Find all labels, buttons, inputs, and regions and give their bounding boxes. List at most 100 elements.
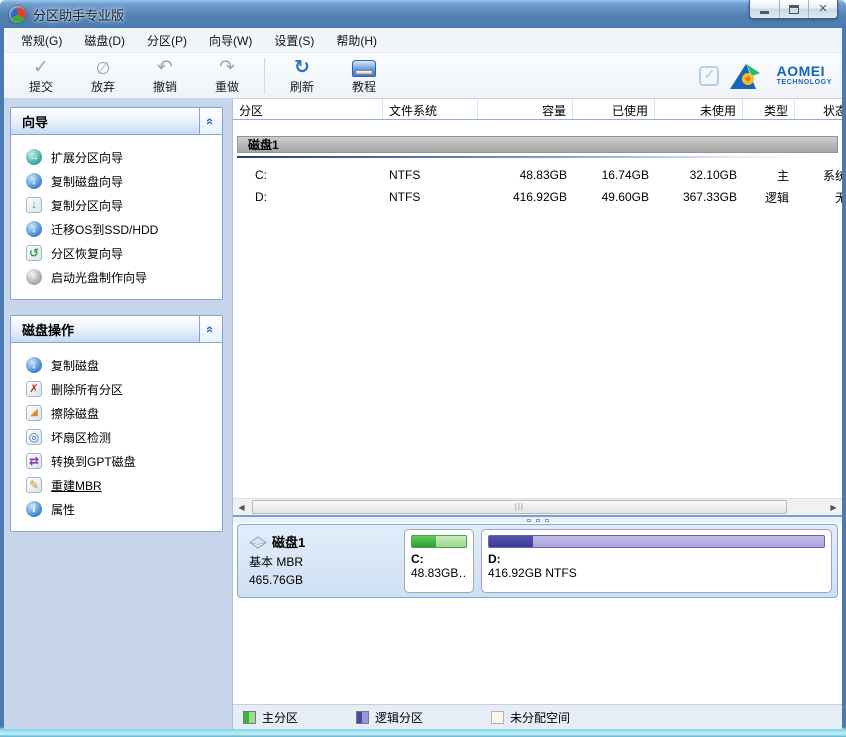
menu-item-disk[interactable]: 磁盘(D): [73, 28, 136, 53]
sidebar-item-label: 复制分区向导: [51, 197, 123, 214]
brand-name: AOMEI: [777, 64, 832, 79]
scroll-right-arrow-icon[interactable]: ▶: [825, 499, 842, 515]
tutorial-label: 教程: [352, 78, 376, 95]
wizards-collapse-button[interactable]: «: [199, 108, 222, 134]
column-header-partition: 分区: [233, 99, 383, 119]
sidebar-item-label: 删除所有分区: [51, 381, 123, 398]
partition-detail: 416.92GB NTFS: [488, 566, 825, 580]
sidebar-item-rebuild-mbr[interactable]: 重建MBR: [17, 473, 218, 497]
partition-recovery-icon: [26, 245, 42, 261]
sidebar-item-wipe-disk[interactable]: 擦除磁盘: [17, 401, 218, 425]
disk-ops-collapse-button[interactable]: «: [199, 316, 222, 342]
bootable-cd-icon: [26, 269, 42, 285]
sidebar-item-convert-gpt[interactable]: 转换到GPT磁盘: [17, 449, 218, 473]
menu-item-settings[interactable]: 设置(S): [263, 28, 325, 53]
sidebar-item-partition-recovery-wizard[interactable]: 分区恢复向导: [17, 241, 218, 265]
cell-used: 49.60GB: [573, 190, 655, 204]
wizards-panel: 向导 « 扩展分区向导 复制磁盘向导 复制分区向导: [10, 107, 223, 300]
discard-button[interactable]: 放弃: [72, 55, 134, 97]
sidebar-item-label: 转换到GPT磁盘: [51, 453, 136, 470]
checkbox-icon[interactable]: [699, 66, 719, 86]
menu-item-partition[interactable]: 分区(P): [136, 28, 198, 53]
minimize-icon: [760, 11, 769, 14]
rebuild-mbr-icon: [26, 477, 42, 493]
commit-button[interactable]: 提交: [10, 55, 72, 97]
sidebar-item-label: 重建MBR: [51, 477, 102, 494]
copy-disk-icon: [26, 357, 42, 373]
partition-block-d[interactable]: D: 416.92GB NTFS: [481, 529, 832, 593]
cell-status: 无: [795, 189, 842, 206]
legend-label: 逻辑分区: [375, 709, 423, 726]
maximize-button[interactable]: [779, 0, 808, 18]
disk-ops-panel-body: 复制磁盘 删除所有分区 擦除磁盘 坏扇区检测: [11, 343, 222, 531]
commit-label: 提交: [29, 78, 53, 95]
maximize-icon: [789, 5, 799, 14]
app-window: 分区助手专业版 ✕ 常规(G) 磁盘(D) 分区(P) 向导(W) 设置(S) …: [0, 0, 846, 737]
disk-meta-block[interactable]: 磁盘1 基本 MBR 465.76GB: [243, 529, 397, 593]
wipe-disk-icon: [26, 405, 42, 421]
horizontal-scrollbar[interactable]: ◀ ||| ▶: [233, 498, 842, 515]
column-header-capacity: 容量: [478, 99, 573, 119]
cell-type: 逻辑: [743, 189, 795, 206]
disk-group-row[interactable]: 磁盘1: [237, 136, 838, 153]
cell-filesystem: NTFS: [383, 168, 478, 182]
legend-bar: 主分区 逻辑分区 未分配空间: [233, 704, 842, 729]
refresh-button[interactable]: 刷新: [271, 55, 333, 97]
tutorial-button[interactable]: 教程: [333, 55, 395, 97]
scrollbar-thumb[interactable]: |||: [252, 500, 787, 514]
sidebar-item-migrate-os[interactable]: 迁移OS到SSD/HDD: [17, 217, 218, 241]
splitter-dot: [536, 519, 540, 522]
extend-partition-icon: [26, 149, 42, 165]
cell-type: 主: [743, 167, 795, 184]
sidebar-item-properties[interactable]: 属性: [17, 497, 218, 521]
menu-item-general[interactable]: 常规(G): [10, 28, 73, 53]
cell-capacity: 48.83GB: [478, 168, 573, 182]
disk-ops-panel-header: 磁盘操作 «: [11, 316, 222, 343]
table-body: 磁盘1 C: NTFS 48.83GB 16.74GB 32.10GB 主 系统…: [233, 120, 842, 498]
window-controls: ✕: [749, 0, 838, 19]
copy-disk-icon: [26, 173, 42, 189]
sidebar-item-copy-partition-wizard[interactable]: 复制分区向导: [17, 193, 218, 217]
undo-button[interactable]: 撤销: [134, 55, 196, 97]
pane-splitter[interactable]: [233, 515, 842, 523]
sidebar-item-delete-all-partitions[interactable]: 删除所有分区: [17, 377, 218, 401]
undo-label: 撤销: [153, 78, 177, 95]
copy-partition-icon: [26, 197, 42, 213]
discard-label: 放弃: [91, 78, 115, 95]
scrollbar-track[interactable]: |||: [250, 499, 825, 515]
titlebar[interactable]: 分区助手专业版 ✕: [0, 0, 846, 28]
minimize-button[interactable]: [750, 0, 779, 18]
disk-style: 基本 MBR: [249, 553, 397, 571]
menu-item-help[interactable]: 帮助(H): [325, 28, 388, 53]
sidebar-item-bad-sector-check[interactable]: 坏扇区检测: [17, 425, 218, 449]
brand-subtitle: TECHNOLOGY: [777, 79, 832, 86]
close-icon: ✕: [818, 4, 827, 15]
sidebar-item-extend-partition-wizard[interactable]: 扩展分区向导: [17, 145, 218, 169]
sidebar-item-copy-disk-wizard[interactable]: 复制磁盘向导: [17, 169, 218, 193]
close-button[interactable]: ✕: [808, 0, 837, 18]
partition-block-c[interactable]: C: 48.83GB…: [404, 529, 474, 593]
cell-filesystem: NTFS: [383, 190, 478, 204]
table-row-d[interactable]: D: NTFS 416.92GB 49.60GB 367.33GB 逻辑 无: [233, 186, 842, 208]
column-header-status: 状态: [795, 99, 842, 119]
sidebar-item-label: 复制磁盘: [51, 357, 99, 374]
sidebar-item-bootable-cd-wizard[interactable]: 启动光盘制作向导: [17, 265, 218, 289]
primary-partition-chip-icon: [243, 711, 256, 724]
toolbar-separator: [264, 58, 265, 94]
undo-icon: [157, 56, 173, 77]
redo-button[interactable]: 重做: [196, 55, 258, 97]
sidebar-item-copy-disk[interactable]: 复制磁盘: [17, 353, 218, 377]
aomei-logo-icon: [729, 61, 767, 91]
cell-unused: 367.33GB: [655, 190, 743, 204]
table-row-c[interactable]: C: NTFS 48.83GB 16.74GB 32.10GB 主 系统: [233, 164, 842, 186]
sidebar: 向导 « 扩展分区向导 复制磁盘向导 复制分区向导: [4, 99, 232, 729]
disk-name: 磁盘1: [272, 533, 305, 553]
legend-label: 主分区: [262, 709, 298, 726]
sidebar-item-label: 擦除磁盘: [51, 405, 99, 422]
menu-item-wizard[interactable]: 向导(W): [198, 28, 263, 53]
column-header-used: 已使用: [573, 99, 655, 119]
scroll-left-arrow-icon[interactable]: ◀: [233, 499, 250, 515]
partition-usage-bar: [488, 535, 825, 548]
disk-ops-panel-title: 磁盘操作: [22, 320, 74, 339]
sidebar-item-label: 坏扇区检测: [51, 429, 111, 446]
